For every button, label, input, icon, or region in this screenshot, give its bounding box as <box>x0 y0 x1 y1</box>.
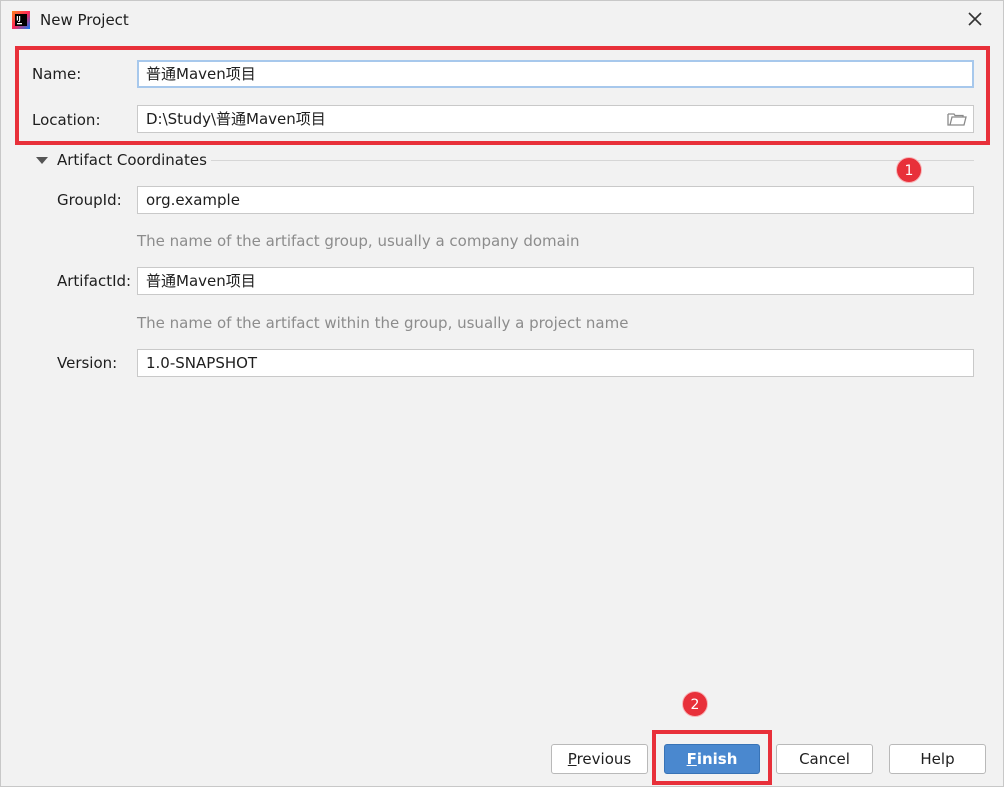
section-title: Artifact Coordinates <box>57 151 207 169</box>
groupid-hint: The name of the artifact group, usually … <box>137 232 580 250</box>
help-button[interactable]: Help <box>889 744 986 774</box>
groupid-label: GroupId: <box>57 191 122 209</box>
folder-icon[interactable] <box>947 111 967 127</box>
finish-button[interactable]: Finish <box>664 744 760 774</box>
artifactid-input[interactable]: 普通Maven项目 <box>137 267 974 295</box>
intellij-app-icon: IJ <box>12 11 30 29</box>
annotation-badge-1: 1 <box>896 157 922 183</box>
title-bar: IJ New Project <box>1 1 1003 39</box>
triangle-down-icon <box>36 157 48 164</box>
name-input[interactable]: 普通Maven项目 <box>137 60 974 88</box>
annotation-badge-2: 2 <box>682 691 708 717</box>
section-divider <box>211 160 974 161</box>
new-project-dialog: IJ New Project Name: 普通Maven项目 Location:… <box>0 0 1004 787</box>
location-value: D:\Study\普通Maven项目 <box>146 110 326 128</box>
artifactid-label: ArtifactId: <box>57 272 132 290</box>
location-label: Location: <box>32 111 101 129</box>
window-title: New Project <box>40 11 129 29</box>
previous-button[interactable]: Previous <box>551 744 648 774</box>
name-label: Name: <box>32 65 82 83</box>
version-input[interactable]: 1.0-SNAPSHOT <box>137 349 974 377</box>
version-label: Version: <box>57 354 118 372</box>
groupid-input[interactable]: org.example <box>137 186 974 214</box>
cancel-button[interactable]: Cancel <box>776 744 873 774</box>
location-input[interactable]: D:\Study\普通Maven项目 <box>137 105 974 133</box>
svg-text:IJ: IJ <box>16 16 20 23</box>
artifactid-hint: The name of the artifact within the grou… <box>137 314 629 332</box>
close-icon[interactable] <box>963 7 987 31</box>
